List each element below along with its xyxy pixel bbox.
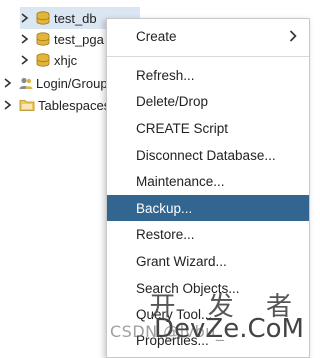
menu-item-backup[interactable]: Backup... [107,195,309,221]
database-icon [36,53,50,67]
menu-item-query-tool[interactable]: Query Tool... [107,301,309,327]
menu-item-label: Delete/Drop [136,93,209,109]
menu-item-label: Properties... [136,332,209,348]
tree-item-label: test_pga [54,31,104,47]
tree-item-test-pga[interactable]: test_pga [20,28,104,50]
menu-item-maintenance[interactable]: Maintenance... [107,168,309,194]
login-group-icon [19,76,33,90]
menu-item-label: Disconnect Database... [136,147,276,163]
chevron-right-icon[interactable] [3,99,13,111]
menu-item-label: Restore... [136,226,195,242]
menu-item-label: CREATE Script [136,120,229,136]
menu-item-label: Search Objects... [136,280,240,296]
tree-item-label: test_db [54,10,97,26]
menu-item-grant-wizard[interactable]: Grant Wizard... [107,248,309,274]
context-menu: Create Refresh... Delete/Drop CREATE Scr… [106,18,310,358]
chevron-right-icon[interactable] [20,33,30,45]
tree-item-label: Tablespaces [38,97,111,113]
database-icon [36,32,50,46]
tree-item-xhjc[interactable]: xhjc [20,49,77,71]
chevron-right-icon[interactable] [20,12,30,24]
menu-item-restore[interactable]: Restore... [107,221,309,247]
menu-item-label: Create [136,28,177,44]
menu-item-disconnect-database[interactable]: Disconnect Database... [107,142,309,168]
menu-item-label: Query Tool... [136,306,213,322]
menu-item-create[interactable]: Create [107,23,309,49]
chevron-right-icon[interactable] [20,54,30,66]
menu-item-refresh[interactable]: Refresh... [107,62,309,88]
database-icon [36,11,50,25]
tree-item-tablespaces[interactable]: Tablespaces [3,94,110,116]
tree-item-label: Login/Group [36,75,108,91]
menu-divider [107,56,309,57]
menu-item-label: Maintenance... [136,173,225,189]
chevron-right-icon [289,30,297,42]
menu-item-search-objects[interactable]: Search Objects... [107,275,309,301]
menu-item-label: Grant Wizard... [136,253,227,269]
folder-icon [19,98,35,112]
menu-item-create-script[interactable]: CREATE Script [107,115,309,141]
menu-item-properties[interactable]: Properties... [107,327,309,353]
tree-item-label: xhjc [54,52,78,68]
menu-item-delete-drop[interactable]: Delete/Drop [107,88,309,114]
chevron-right-icon[interactable] [3,77,13,89]
tree-item-login-group[interactable]: Login/Group [3,72,108,94]
menu-item-label: Backup... [136,200,193,216]
menu-item-label: Refresh... [136,67,195,83]
